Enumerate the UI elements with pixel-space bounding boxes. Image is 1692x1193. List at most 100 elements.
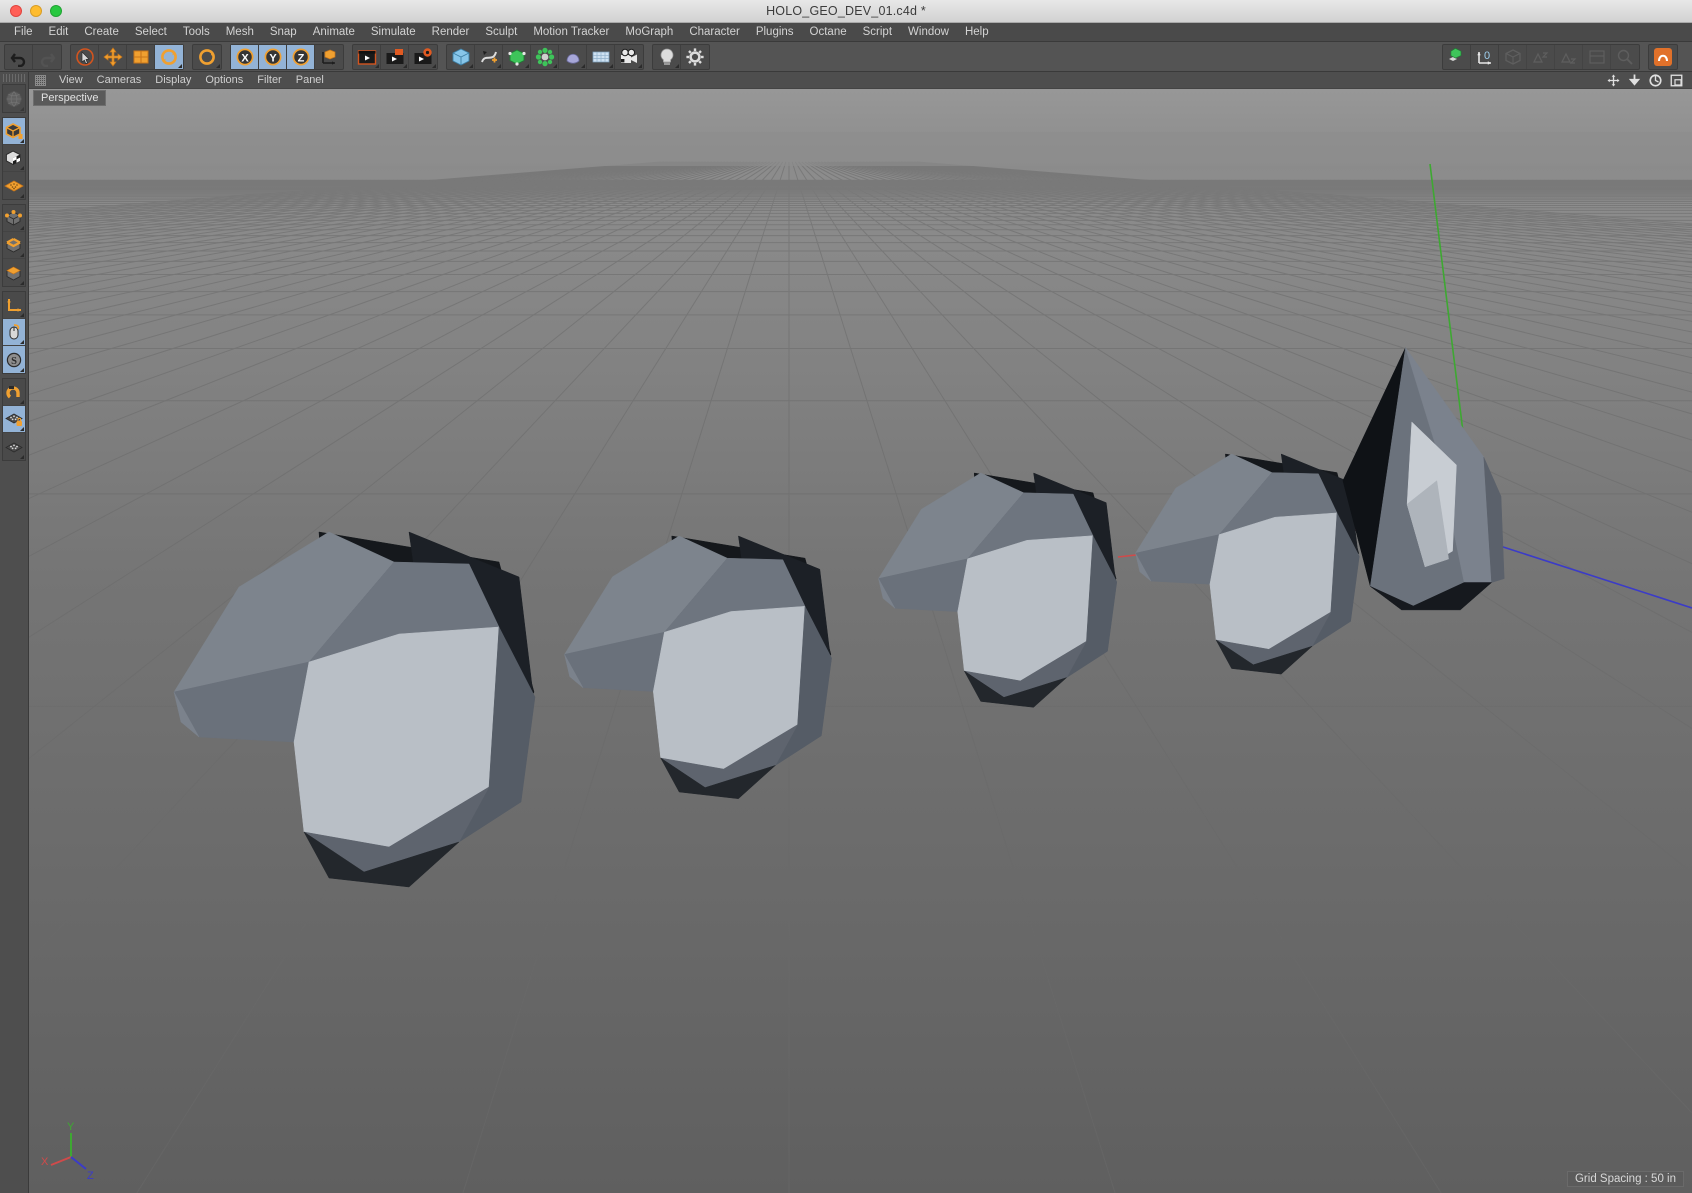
palette-grip[interactable] (2, 74, 26, 82)
menu-select[interactable]: Select (127, 23, 175, 42)
menu-simulate[interactable]: Simulate (363, 23, 424, 42)
menu-tools[interactable]: Tools (175, 23, 218, 42)
viewport-grip-icon[interactable] (35, 74, 46, 86)
gear-icon[interactable] (681, 45, 709, 69)
floor-environment-icon[interactable] (587, 44, 615, 69)
rotate-world-icon[interactable] (193, 45, 221, 69)
texture-mode-icon[interactable] (3, 145, 25, 172)
submenu-corner-icon[interactable] (20, 455, 24, 459)
submenu-corner-icon[interactable] (403, 63, 407, 68)
submenu-corner-icon[interactable] (20, 107, 24, 111)
mograph-cloner-icon[interactable] (531, 44, 559, 69)
x-axis-icon[interactable]: X (231, 44, 259, 69)
maximize-viewport-icon[interactable] (1669, 73, 1684, 88)
menu-character[interactable]: Character (681, 23, 748, 42)
render-settings-icon[interactable] (409, 45, 437, 69)
workplane-icon[interactable] (3, 172, 25, 199)
enable-axis-modification-icon[interactable] (3, 292, 25, 319)
points-mode-icon[interactable] (3, 205, 25, 232)
submenu-corner-icon[interactable] (216, 63, 220, 68)
submenu-corner-icon[interactable] (609, 63, 613, 68)
menu-edit[interactable]: Edit (41, 23, 77, 42)
light-icon[interactable] (653, 44, 681, 69)
soft-selection-icon[interactable]: S (3, 346, 25, 373)
spline-pen-icon[interactable] (475, 44, 503, 69)
move-tool-icon[interactable] (99, 44, 127, 69)
viewport-menu-panel[interactable]: Panel (289, 72, 331, 89)
workplane-lock-icon[interactable] (3, 406, 25, 433)
submenu-corner-icon[interactable] (497, 63, 501, 68)
menu-mesh[interactable]: Mesh (218, 23, 262, 42)
undo-icon[interactable] (5, 44, 33, 69)
object-mode-icon[interactable] (3, 118, 25, 145)
polygons-mode-icon[interactable] (3, 259, 25, 286)
z-axis-icon[interactable]: Z (287, 44, 315, 69)
select-tool-icon[interactable] (71, 44, 99, 69)
menu-help[interactable]: Help (957, 23, 997, 42)
menu-script[interactable]: Script (855, 23, 900, 42)
deformer-icon[interactable] (559, 44, 587, 69)
viewport-menu-display[interactable]: Display (148, 72, 198, 89)
world-object-coordinates-icon[interactable] (315, 45, 343, 69)
submenu-corner-icon[interactable] (638, 63, 642, 68)
submenu-corner-icon[interactable] (581, 63, 585, 68)
quantize-icon[interactable] (3, 433, 25, 460)
y-axis-icon[interactable]: Y (259, 44, 287, 69)
submenu-corner-icon[interactable] (20, 313, 24, 317)
menu-sculpt[interactable]: Sculpt (477, 23, 525, 42)
submenu-corner-icon[interactable] (432, 63, 436, 68)
submenu-corner-icon[interactable] (469, 63, 473, 68)
menu-snap[interactable]: Snap (262, 23, 305, 42)
scale-tool-icon[interactable] (127, 44, 155, 69)
menu-octane[interactable]: Octane (802, 23, 855, 42)
submenu-corner-icon[interactable] (675, 63, 679, 68)
submenu-corner-icon[interactable] (20, 368, 24, 372)
viewport-menu-options[interactable]: Options (198, 72, 250, 89)
menu-file[interactable]: File (6, 23, 41, 42)
magnet-snap-icon[interactable] (3, 379, 25, 406)
menu-animate[interactable]: Animate (305, 23, 363, 42)
submenu-corner-icon[interactable] (375, 63, 379, 68)
menu-create[interactable]: Create (76, 23, 127, 42)
submenu-corner-icon[interactable] (20, 166, 24, 170)
submenu-corner-icon[interactable] (525, 63, 529, 68)
viewport-3d-scene[interactable] (29, 72, 1692, 1193)
submenu-corner-icon[interactable] (20, 139, 24, 143)
layout-icon (1583, 44, 1611, 69)
viewport-menu-cameras[interactable]: Cameras (90, 72, 149, 89)
submenu-corner-icon[interactable] (20, 253, 24, 257)
perspective-viewport[interactable]: View Cameras Display Options Filter Panel Per… (29, 72, 1692, 1193)
submenu-corner-icon[interactable] (20, 226, 24, 230)
submenu-corner-icon[interactable] (20, 400, 24, 404)
submenu-corner-icon[interactable] (20, 340, 24, 344)
render-view-icon[interactable] (353, 44, 381, 69)
camera-icon[interactable] (615, 45, 643, 69)
axis-zero-icon[interactable]: 0 (1471, 44, 1499, 69)
menu-window[interactable]: Window (900, 23, 957, 42)
orange-badge-icon[interactable] (1649, 45, 1677, 69)
submenu-corner-icon[interactable] (20, 281, 24, 285)
submenu-corner-icon[interactable] (178, 63, 182, 68)
rotate-tool-icon[interactable] (155, 44, 183, 69)
menu-plugins[interactable]: Plugins (748, 23, 802, 42)
render-to-picture-viewer-icon[interactable] (381, 44, 409, 69)
cube-primitive-icon[interactable] (447, 44, 475, 69)
viewport-camera-tab[interactable]: Perspective (33, 90, 107, 106)
viewport-solo-mouse-icon[interactable] (3, 319, 25, 346)
viewport-menu-view[interactable]: View (52, 72, 90, 89)
dolly-view-icon[interactable] (1627, 73, 1642, 88)
rotate-view-icon[interactable] (1648, 73, 1663, 88)
menu-render[interactable]: Render (424, 23, 478, 42)
menu-mograph[interactable]: MoGraph (617, 23, 681, 42)
axis-label-x: X (41, 1156, 49, 1168)
menu-motion-tracker[interactable]: Motion Tracker (525, 23, 617, 42)
green-cube-stack-icon[interactable] (1443, 44, 1471, 69)
pan-view-icon[interactable] (1606, 73, 1621, 88)
viewport-menu-filter[interactable]: Filter (250, 72, 288, 89)
submenu-corner-icon[interactable] (20, 194, 24, 198)
submenu-corner-icon[interactable] (553, 63, 557, 68)
edges-mode-icon[interactable] (3, 232, 25, 259)
generator-icon[interactable] (503, 44, 531, 69)
submenu-corner-icon[interactable] (20, 427, 24, 431)
svg-text:X: X (241, 52, 249, 64)
